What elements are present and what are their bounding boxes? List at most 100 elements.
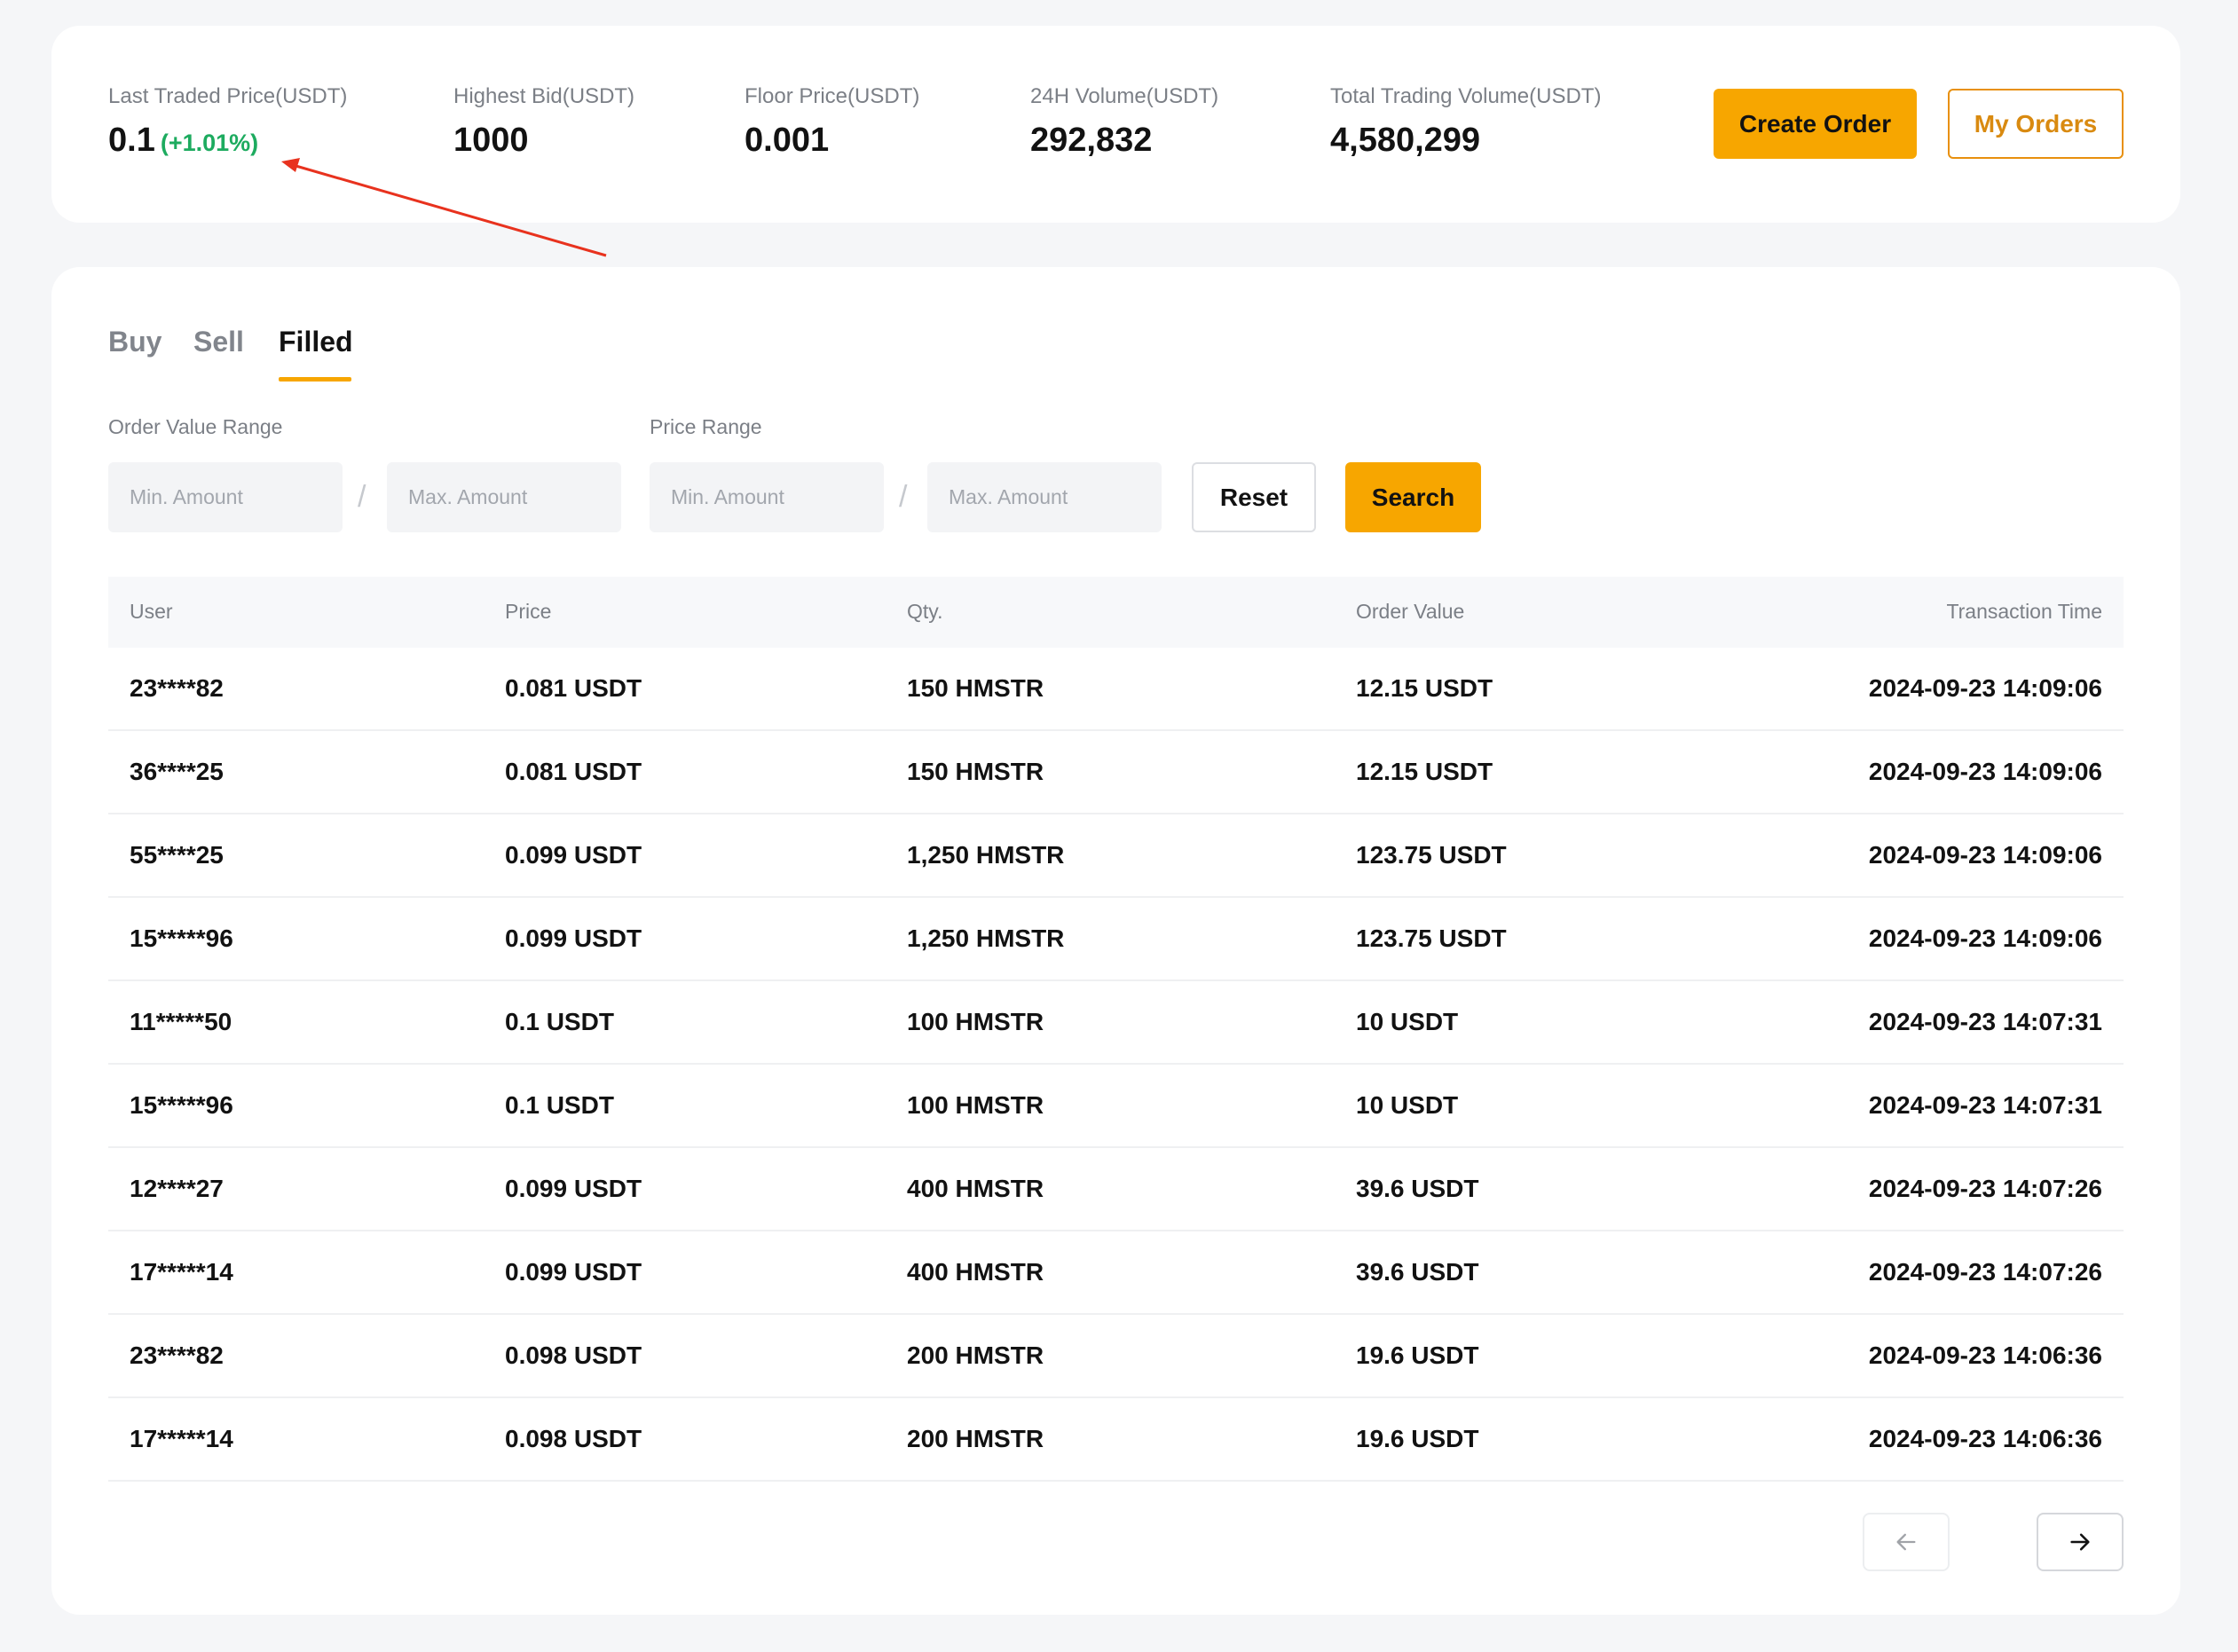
stat-value: 292,832: [1030, 122, 1153, 159]
column-header-order-value: Order Value: [1356, 600, 1465, 623]
stat-label: Last Traded Price(USDT): [108, 84, 348, 108]
cell-transaction-time: 2024-09-23 14:06:36: [1868, 1341, 2102, 1369]
cell-order-value: 10 USDT: [1356, 1008, 1459, 1035]
column-header-user: User: [130, 600, 173, 623]
my-orders-button[interactable]: My Orders: [1948, 89, 2124, 159]
order-value-max-input[interactable]: [387, 462, 621, 532]
cell-price: 0.099 USDT: [505, 1175, 642, 1202]
cell-order-value: 19.6 USDT: [1356, 1341, 1479, 1369]
stat-value: 4,580,299: [1330, 122, 1481, 159]
cell-user: 36****25: [130, 758, 224, 785]
create-order-button[interactable]: Create Order: [1714, 89, 1917, 159]
cell-user: 17*****14: [130, 1425, 233, 1452]
cell-qty: 100 HMSTR: [907, 1091, 1044, 1119]
cell-order-value: 12.15 USDT: [1356, 758, 1493, 785]
stat-value: 0.001: [745, 122, 830, 159]
range-separator: /: [358, 480, 366, 514]
price-range-label: Price Range: [650, 415, 762, 438]
order-value-min-input[interactable]: [108, 462, 343, 532]
price-min-input[interactable]: [650, 462, 884, 532]
column-header-price: Price: [505, 600, 552, 623]
cell-transaction-time: 2024-09-23 14:06:36: [1868, 1425, 2102, 1452]
cell-transaction-time: 2024-09-23 14:07:31: [1868, 1008, 2102, 1035]
cell-price: 0.1 USDT: [505, 1091, 614, 1119]
tab-buy[interactable]: Buy: [108, 326, 162, 358]
active-tab-indicator: [279, 377, 351, 382]
table-row: 23****82 0.081 USDT 150 HMSTR 12.15 USDT 202…: [108, 648, 2124, 731]
cell-user: 23****82: [130, 1341, 224, 1369]
stat-label: 24H Volume(USDT): [1030, 84, 1219, 108]
table-row: 55****25 0.099 USDT 1,250 HMSTR 123.75 USDT…: [108, 814, 2124, 898]
cell-user: 17*****14: [130, 1258, 233, 1286]
reset-button[interactable]: Reset: [1192, 462, 1316, 532]
cell-order-value: 39.6 USDT: [1356, 1175, 1479, 1202]
cell-user: 55****25: [130, 841, 224, 869]
cell-qty: 150 HMSTR: [907, 674, 1044, 702]
table-row: 15*****96 0.1 USDT 100 HMSTR 10 USDT 2024-09…: [108, 1065, 2124, 1148]
cell-qty: 400 HMSTR: [907, 1258, 1044, 1286]
cell-qty: 200 HMSTR: [907, 1341, 1044, 1369]
stat-value: 0.1 (+1.01%): [108, 122, 258, 160]
orders-card: Buy Sell Filled Order Value Range Price …: [51, 267, 2180, 1615]
tab-filled[interactable]: Filled: [279, 326, 353, 358]
cell-price: 0.098 USDT: [505, 1341, 642, 1369]
cell-qty: 150 HMSTR: [907, 758, 1044, 785]
stat-label: Highest Bid(USDT): [453, 84, 635, 108]
cell-price: 0.1 USDT: [505, 1008, 614, 1035]
cell-qty: 100 HMSTR: [907, 1008, 1044, 1035]
stat-value: 1000: [453, 122, 529, 159]
order-value-range-label: Order Value Range: [108, 415, 283, 438]
cell-transaction-time: 2024-09-23 14:09:06: [1868, 674, 2102, 702]
cell-order-value: 12.15 USDT: [1356, 674, 1493, 702]
cell-user: 23****82: [130, 674, 224, 702]
column-header-transaction-time: Transaction Time: [1946, 600, 2102, 623]
cell-qty: 400 HMSTR: [907, 1175, 1044, 1202]
table-row: 23****82 0.098 USDT 200 HMSTR 19.6 USDT 2024…: [108, 1315, 2124, 1398]
cell-transaction-time: 2024-09-23 14:07:31: [1868, 1091, 2102, 1119]
range-separator: /: [899, 480, 908, 514]
cell-price: 0.098 USDT: [505, 1425, 642, 1452]
tab-sell[interactable]: Sell: [193, 326, 244, 358]
cell-transaction-time: 2024-09-23 14:09:06: [1868, 758, 2102, 785]
column-header-qty: Qty.: [907, 600, 943, 623]
table-row: 11*****50 0.1 USDT 100 HMSTR 10 USDT 2024-09…: [108, 981, 2124, 1065]
cell-price: 0.081 USDT: [505, 758, 642, 785]
cell-order-value: 10 USDT: [1356, 1091, 1459, 1119]
table-row: 17*****14 0.099 USDT 400 HMSTR 39.6 USDT 202…: [108, 1231, 2124, 1315]
search-button[interactable]: Search: [1345, 462, 1481, 532]
cell-transaction-time: 2024-09-23 14:07:26: [1868, 1258, 2102, 1286]
filled-orders-table: User Price Qty. Order Value Transaction …: [108, 577, 2124, 1482]
last-price-value: 0.1: [108, 122, 155, 159]
cell-order-value: 39.6 USDT: [1356, 1258, 1479, 1286]
cell-order-value: 123.75 USDT: [1356, 924, 1507, 952]
cell-price: 0.099 USDT: [505, 841, 642, 869]
market-stats-card: Last Traded Price(USDT) 0.1 (+1.01%) High…: [51, 26, 2180, 223]
cell-price: 0.099 USDT: [505, 924, 642, 952]
cell-qty: 1,250 HMSTR: [907, 924, 1065, 952]
cell-transaction-time: 2024-09-23 14:09:06: [1868, 841, 2102, 869]
cell-transaction-time: 2024-09-23 14:07:26: [1868, 1175, 2102, 1202]
cell-qty: 1,250 HMSTR: [907, 841, 1065, 869]
stat-label: Floor Price(USDT): [745, 84, 920, 108]
cell-qty: 200 HMSTR: [907, 1425, 1044, 1452]
table-row: 12****27 0.099 USDT 400 HMSTR 39.6 USDT 2024…: [108, 1148, 2124, 1231]
next-page-button[interactable]: [2037, 1513, 2124, 1571]
cell-order-value: 19.6 USDT: [1356, 1425, 1479, 1452]
table-body: 23****82 0.081 USDT 150 HMSTR 12.15 USDT 202…: [108, 648, 2124, 1482]
arrow-left-icon: [1896, 1533, 1916, 1551]
prev-page-button[interactable]: [1863, 1513, 1950, 1571]
table-row: 17*****14 0.098 USDT 200 HMSTR 19.6 USDT 202…: [108, 1398, 2124, 1482]
cell-price: 0.081 USDT: [505, 674, 642, 702]
cell-user: 12****27: [130, 1175, 224, 1202]
cell-order-value: 123.75 USDT: [1356, 841, 1507, 869]
cell-user: 11*****50: [130, 1008, 232, 1035]
stat-label: Total Trading Volume(USDT): [1330, 84, 1602, 108]
table-header: User Price Qty. Order Value Transaction …: [108, 577, 2124, 648]
arrow-right-icon: [2070, 1533, 2090, 1551]
price-max-input[interactable]: [927, 462, 1162, 532]
cell-user: 15*****96: [130, 1091, 233, 1119]
price-change-badge: (+1.01%): [160, 130, 259, 156]
table-row: 36****25 0.081 USDT 150 HMSTR 12.15 USDT 202…: [108, 731, 2124, 814]
table-row: 15*****96 0.099 USDT 1,250 HMSTR 123.75 USD…: [108, 898, 2124, 981]
cell-price: 0.099 USDT: [505, 1258, 642, 1286]
